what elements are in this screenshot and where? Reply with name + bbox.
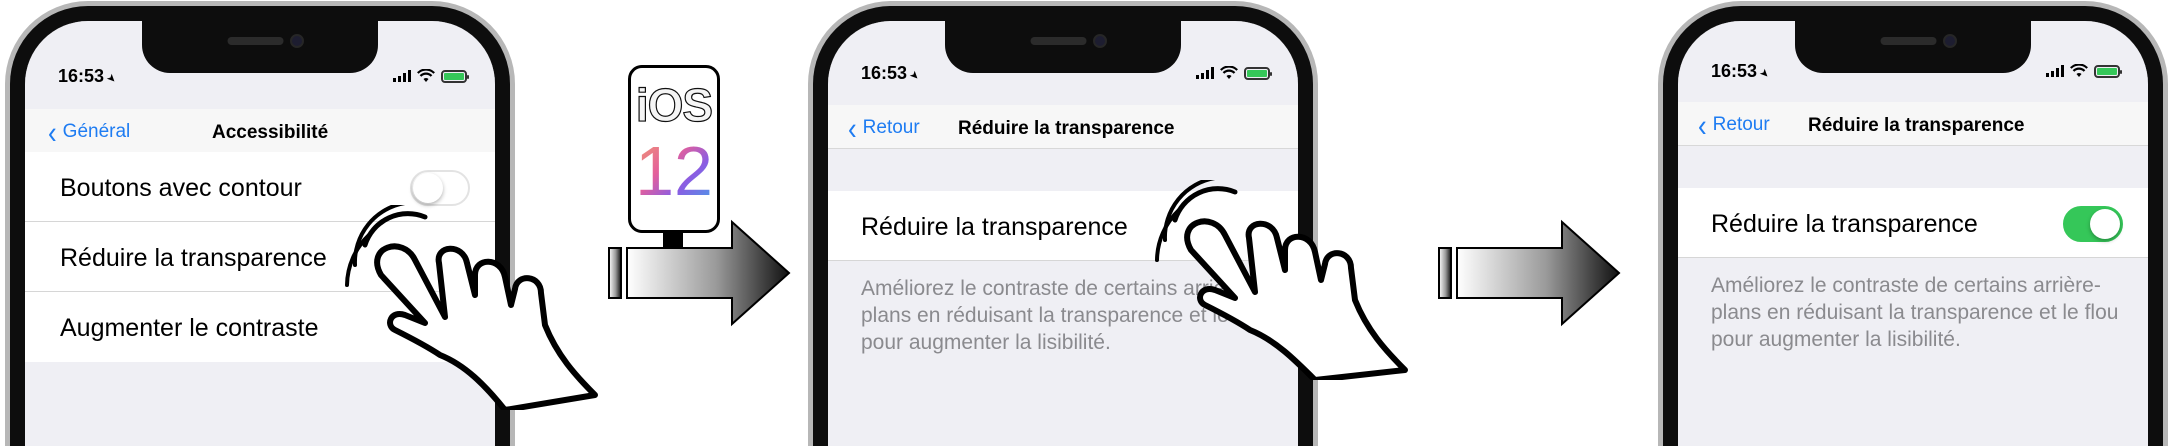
toggle-knob: [413, 173, 443, 203]
hand-tap-icon: [1155, 180, 1408, 380]
status-bar: 16:53➤: [25, 64, 495, 92]
phone-3: 16:53➤ ‹ Retour Réduire la transparence R…: [1658, 6, 2168, 446]
location-arrow-icon: ➤: [103, 71, 119, 87]
speaker: [1030, 37, 1087, 45]
nav-title: Accessibilité: [212, 122, 329, 143]
time-text: 16:53: [861, 63, 908, 83]
row-label: Réduire la transparence: [861, 213, 1128, 241]
status-bar: 16:53➤: [828, 61, 1298, 89]
wifi-icon: [1220, 66, 1238, 79]
back-button[interactable]: ‹ Retour: [1698, 107, 1770, 143]
camera: [1943, 34, 1957, 48]
ios-version: 12: [631, 136, 717, 206]
hand-tap-icon: [345, 205, 598, 410]
location-arrow-icon: ➤: [906, 68, 922, 84]
wifi-icon: [2070, 64, 2088, 77]
status-icons: [1196, 66, 1272, 80]
back-label: Général: [62, 121, 131, 142]
nav-title: Réduire la transparence: [958, 118, 1175, 139]
status-icons: [393, 69, 469, 83]
status-time: 16:53➤: [1711, 61, 1772, 82]
back-label: Retour: [862, 117, 920, 138]
back-button[interactable]: ‹ Général: [48, 114, 131, 150]
wifi-icon: [417, 69, 435, 82]
battery-icon: [1244, 66, 1272, 80]
toggle-knob: [2090, 209, 2120, 239]
location-arrow-icon: ➤: [1756, 66, 1772, 82]
time-text: 16:53: [58, 66, 105, 86]
camera: [1093, 34, 1107, 48]
speaker: [1880, 37, 1937, 45]
row-label: Augmenter le contraste: [60, 314, 319, 342]
row-label: Boutons avec contour: [60, 174, 302, 202]
chevron-left-icon: ‹: [1698, 107, 1707, 143]
status-time: 16:53➤: [861, 63, 922, 84]
signal-icon: [2046, 65, 2064, 77]
camera: [290, 34, 304, 48]
arrow-right-icon: [608, 219, 791, 327]
chevron-left-icon: ‹: [848, 110, 857, 146]
navbar: ‹ Général Accessibilité: [25, 109, 495, 153]
chevron-left-icon: ‹: [48, 114, 57, 150]
navbar: ‹ Retour Réduire la transparence: [828, 105, 1298, 149]
ios-label: iOS: [635, 78, 713, 131]
row-label: Réduire la transparence: [60, 244, 327, 272]
speaker: [227, 37, 284, 45]
toggle-reduire-transparence[interactable]: [2063, 206, 2123, 242]
footer-note: Améliorez le contraste de certains arriè…: [1711, 274, 2119, 351]
time-text: 16:53: [1711, 61, 1758, 81]
signal-icon: [393, 70, 411, 82]
phone-frame: 16:53➤ ‹ Retour Réduire la transparence R…: [1663, 6, 2163, 446]
row-reduire-transparence[interactable]: Réduire la transparence: [1678, 188, 2148, 258]
signal-icon: [1196, 67, 1214, 79]
status-time: 16:53➤: [58, 66, 119, 87]
toggle-boutons-contour[interactable]: [410, 170, 470, 206]
status-icons: [2046, 64, 2122, 78]
arrow-right-icon: [1438, 219, 1621, 327]
battery-icon: [441, 69, 469, 83]
status-bar: 16:53➤: [1678, 59, 2148, 87]
nav-title: Réduire la transparence: [1808, 115, 2025, 136]
navbar: ‹ Retour Réduire la transparence: [1678, 102, 2148, 146]
screen: 16:53➤ ‹ Retour Réduire la transparence R…: [1678, 21, 2148, 446]
row-label: Réduire la transparence: [1711, 210, 1978, 238]
battery-icon: [2094, 64, 2122, 78]
back-button[interactable]: ‹ Retour: [848, 110, 920, 146]
back-label: Retour: [1712, 114, 1770, 135]
ios-version-badge: iOS 12: [628, 65, 720, 233]
